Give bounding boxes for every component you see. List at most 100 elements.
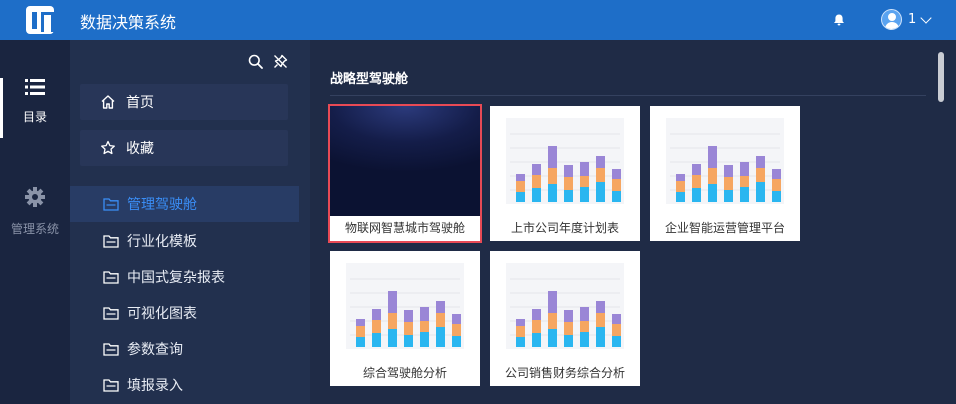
thumbnail-bar-segment bbox=[724, 165, 733, 177]
thumbnail-bar-segment bbox=[612, 191, 621, 202]
thumbnail-bar-segment bbox=[708, 146, 717, 168]
thumbnail-bar-segment bbox=[596, 313, 605, 327]
thumbnail-bar-segment bbox=[436, 313, 445, 327]
folder-icon bbox=[103, 271, 119, 284]
card-thumbnail bbox=[490, 106, 640, 216]
report-card-iot-city[interactable]: 物联网智慧城市驾驶舱 bbox=[328, 104, 482, 243]
thumbnail-bar-segment bbox=[548, 313, 557, 329]
content-scrollbar[interactable] bbox=[938, 52, 944, 102]
thumbnail-bar-segment bbox=[580, 307, 589, 321]
thumbnail-bar-segment bbox=[532, 320, 541, 333]
folder-icon bbox=[103, 379, 119, 392]
thumbnail-bar-segment bbox=[388, 291, 397, 313]
card-name: 综合驾驶舱分析 bbox=[362, 366, 447, 380]
thumbnail-bar-segment bbox=[548, 329, 557, 347]
thumbnail-bar-segment bbox=[516, 174, 525, 181]
folder-item-data-entry[interactable]: 填报录入 bbox=[70, 367, 299, 403]
thumbnail-bar-segment bbox=[676, 181, 685, 192]
thumbnail-bar-segment bbox=[564, 165, 573, 177]
thumbnail-chart-graphic bbox=[666, 118, 784, 204]
thumbnail-bar-segment bbox=[612, 179, 621, 191]
thumbnail-bar-segment bbox=[388, 329, 397, 347]
thumbnail-bar-segment bbox=[740, 162, 749, 176]
thumbnail-bar-segment bbox=[772, 191, 781, 202]
thumbnail-bar-segment bbox=[452, 314, 461, 324]
thumbnail-bar-segment bbox=[596, 327, 605, 347]
card-name: 企业智能运营管理平台 bbox=[664, 221, 785, 235]
report-card-comprehensive-cockpit[interactable]: 综合驾驶舱分析 bbox=[330, 251, 480, 386]
content-area: 战略型驾驶舱 物联网智慧城市驾驶舱 上市公司年度计划表 企业智能运营管理平台 综… bbox=[310, 40, 956, 404]
rail-item-management[interactable]: 管理系统 bbox=[0, 186, 70, 246]
folder-item-visual-charts[interactable]: 可视化图表 bbox=[70, 295, 299, 331]
rail-item-directory[interactable]: 目录 bbox=[0, 78, 70, 138]
chevron-down-icon[interactable] bbox=[920, 11, 932, 24]
unpin-icon[interactable] bbox=[273, 54, 288, 69]
thumbnail-bar-segment bbox=[548, 184, 557, 202]
thumbnail-bar-segment bbox=[564, 335, 573, 347]
thumbnail-bar-segment bbox=[564, 190, 573, 202]
card-name: 物联网智慧城市驾驶舱 bbox=[344, 221, 465, 235]
nav-home-button[interactable]: 首页 bbox=[80, 84, 288, 120]
folder-item-management-cockpit[interactable]: 管理驾驶舱 bbox=[70, 186, 299, 222]
thumbnail-bar-segment bbox=[388, 313, 397, 329]
folder-icon bbox=[103, 235, 119, 248]
thumbnail-bar-segment bbox=[756, 182, 765, 202]
thumbnail-bar-segment bbox=[580, 187, 589, 202]
thumbnail-bar-segment bbox=[356, 337, 365, 347]
folder-icon bbox=[103, 343, 119, 356]
report-card-smart-operations[interactable]: 企业智能运营管理平台 bbox=[650, 106, 800, 241]
thumbnail-bar-segment bbox=[596, 301, 605, 313]
avatar[interactable] bbox=[881, 9, 902, 30]
folder-label: 参数查询 bbox=[127, 342, 183, 358]
thumbnail-bar-segment bbox=[564, 322, 573, 335]
thumbnail-bar-segment bbox=[516, 319, 525, 326]
thumbnail-bar-segment bbox=[564, 177, 573, 190]
thumbnail-bar-segment bbox=[740, 187, 749, 202]
thumbnail-chart-graphic bbox=[506, 118, 624, 204]
report-card-annual-plan[interactable]: 上市公司年度计划表 bbox=[490, 106, 640, 241]
list-icon bbox=[25, 79, 45, 95]
folder-label: 填报录入 bbox=[127, 378, 183, 394]
thumbnail-bar-segment bbox=[596, 182, 605, 202]
card-thumbnail bbox=[650, 106, 800, 216]
thumbnail-bar-segment bbox=[372, 320, 381, 333]
thumbnail-bar-segment bbox=[692, 164, 701, 175]
thumbnail-bar-segment bbox=[564, 310, 573, 322]
thumbnail-bar-segment bbox=[372, 333, 381, 347]
card-thumbnail bbox=[490, 251, 640, 361]
app-logo[interactable] bbox=[26, 6, 54, 34]
thumbnail-bar-segment bbox=[452, 324, 461, 336]
thumbnail-bar-segment bbox=[580, 321, 589, 332]
rail-label-management: 管理系统 bbox=[10, 222, 59, 236]
star-icon bbox=[101, 140, 115, 155]
thumbnail-bar-segment bbox=[404, 335, 413, 347]
thumbnail-bar-segment bbox=[772, 179, 781, 191]
user-menu[interactable]: 1 bbox=[881, 9, 932, 30]
thumbnail-bar-segment bbox=[580, 176, 589, 187]
folder-item-industry-templates[interactable]: 行业化模板 bbox=[70, 223, 299, 259]
thumbnail-bar-segment bbox=[740, 176, 749, 187]
card-thumbnail bbox=[330, 106, 480, 216]
thumbnail-chart-graphic bbox=[346, 263, 464, 349]
thumbnail-bar-segment bbox=[532, 333, 541, 347]
thumbnail-bar-segment bbox=[724, 177, 733, 190]
folder-label: 行业化模板 bbox=[127, 234, 197, 250]
thumbnail-bar-segment bbox=[612, 336, 621, 347]
thumbnail-bar-segment bbox=[756, 168, 765, 182]
thumbnail-bar-segment bbox=[356, 326, 365, 337]
thumbnail-bar-segment bbox=[708, 184, 717, 202]
thumbnail-bar-segment bbox=[676, 192, 685, 202]
folder-item-parameter-query[interactable]: 参数查询 bbox=[70, 331, 299, 367]
folder-item-complex-reports[interactable]: 中国式复杂报表 bbox=[70, 259, 299, 295]
thumbnail-bar-segment bbox=[532, 309, 541, 320]
nav-favorites-label: 收藏 bbox=[126, 141, 154, 157]
nav-favorites-button[interactable]: 收藏 bbox=[80, 130, 288, 166]
thumbnail-bar-segment bbox=[548, 291, 557, 313]
thumbnail-bar-segment bbox=[692, 188, 701, 202]
report-card-sales-finance[interactable]: 公司销售财务综合分析 bbox=[490, 251, 640, 386]
thumbnail-bar-segment bbox=[532, 164, 541, 175]
thumbnail-bar-segment bbox=[436, 327, 445, 347]
card-thumbnail bbox=[330, 251, 480, 361]
bell-icon[interactable] bbox=[832, 13, 846, 27]
search-icon[interactable] bbox=[248, 54, 263, 69]
